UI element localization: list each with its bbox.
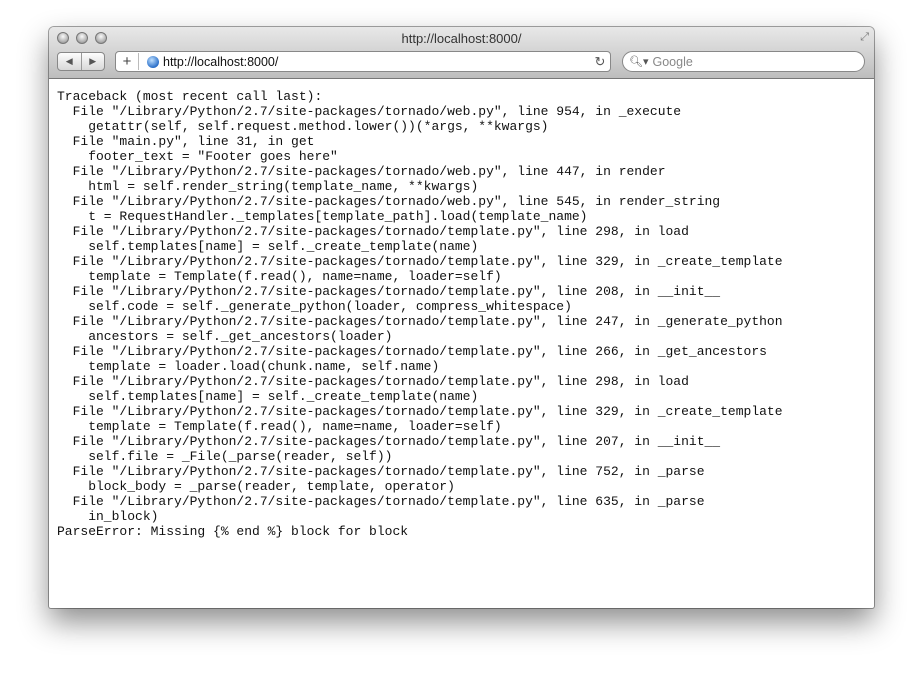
traceback-line: File "/Library/Python/2.7/site-packages/… [57,404,783,419]
search-field[interactable]: 🔍︎▾ Google [622,51,865,72]
back-arrow-icon[interactable]: ◀ [58,53,82,70]
traceback-line: template = Template(f.read(), name=name,… [57,269,502,284]
reload-icon[interactable]: ↻ [590,54,610,70]
traceback-line: File "/Library/Python/2.7/site-packages/… [57,464,705,479]
traceback-line: getattr(self, self.request.method.lower(… [57,119,549,134]
window-title: http://localhost:8000/ [401,31,522,46]
url-input[interactable]: http://localhost:8000/ [163,55,590,69]
forward-arrow-icon[interactable]: ▶ [82,53,105,70]
traceback-line: block_body = _parse(reader, template, op… [57,479,455,494]
browser-toolbar: http://localhost:8000/ ⤢ ◀ ▶ + http://lo… [49,27,874,79]
traceback-line: File "/Library/Python/2.7/site-packages/… [57,194,721,209]
traceback-line: File "/Library/Python/2.7/site-packages/… [57,224,689,239]
traceback-line: ancestors = self._get_ancestors(loader) [57,329,393,344]
traceback-line: File "/Library/Python/2.7/site-packages/… [57,284,721,299]
add-bookmark-icon[interactable]: + [116,53,139,70]
traceback-line: html = self.render_string(template_name,… [57,179,479,194]
browser-window: http://localhost:8000/ ⤢ ◀ ▶ + http://lo… [49,27,874,608]
traceback-line: File "/Library/Python/2.7/site-packages/… [57,314,783,329]
traceback-line: File "/Library/Python/2.7/site-packages/… [57,494,705,509]
traceback-line: File "/Library/Python/2.7/site-packages/… [57,254,783,269]
traceback-line: File "/Library/Python/2.7/site-packages/… [57,434,721,449]
traceback-line: template = loader.load(chunk.name, self.… [57,359,440,374]
traceback-line: File "/Library/Python/2.7/site-packages/… [57,104,682,119]
nav-buttons: ◀ ▶ [57,52,105,71]
search-icon[interactable]: 🔍︎▾ [629,55,649,68]
traceback-line: File "/Library/Python/2.7/site-packages/… [57,164,666,179]
traceback-line: in_block) [57,509,159,524]
traceback-line: self.file = _File(_parse(reader, self)) [57,449,393,464]
traceback-line: Traceback (most recent call last): [57,89,323,104]
traceback-line: File "/Library/Python/2.7/site-packages/… [57,374,689,389]
traceback-line: File "main.py", line 31, in get [57,134,315,149]
traceback-line: t = RequestHandler._templates[template_p… [57,209,588,224]
globe-icon [147,55,159,68]
page-content: Traceback (most recent call last): File … [49,79,874,608]
traceback-line: footer_text = "Footer goes here" [57,149,338,164]
traceback-line: self.templates[name] = self._create_temp… [57,239,479,254]
error-message: ParseError: Missing {% end %} block for … [57,524,409,539]
traceback: Traceback (most recent call last): File … [57,89,874,539]
address-bar[interactable]: + http://localhost:8000/ ↻ [115,51,611,72]
traceback-line: File "/Library/Python/2.7/site-packages/… [57,344,767,359]
traceback-line: self.templates[name] = self._create_temp… [57,389,479,404]
search-placeholder: Google [652,54,693,69]
traceback-line: template = Template(f.read(), name=name,… [57,419,502,434]
traceback-line: self.code = self._generate_python(loader… [57,299,572,314]
fullscreen-icon[interactable]: ⤢ [860,31,869,44]
